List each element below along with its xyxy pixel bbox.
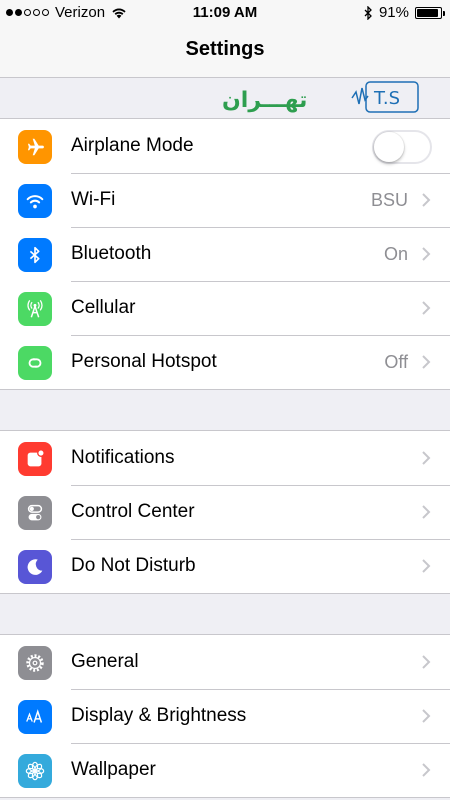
gear-icon [18,646,52,680]
chevron-right-icon [422,247,431,261]
row-label: Wallpaper [71,759,156,780]
chevron-right-icon [422,559,431,573]
row-label: Cellular [71,297,136,318]
row-value: On [383,244,408,264]
cellular-icon [18,292,52,326]
wifi-icon [18,184,52,218]
row-label: Display & Brightness [71,705,247,726]
settings-row-wifi[interactable]: Wi-Fi BSU [0,173,450,227]
row-value: Off [384,352,408,372]
settings-row-display-brightness[interactable]: Display & Brightness [0,689,450,743]
chevron-right-icon [422,355,431,369]
battery-percent: 91% [378,4,409,21]
settings-row-notifications[interactable]: Notifications [0,431,450,485]
chevron-right-icon [422,193,431,207]
settings-group-general: General Display & Brightness Wallpaper [0,634,450,798]
navigation-bar: Settings [0,26,450,78]
row-label: Airplane Mode [71,135,194,156]
status-bar: Verizon 11:09 AM 91% [0,0,450,26]
settings-row-general[interactable]: General [0,635,450,689]
settings-row-do-not-disturb[interactable]: Do Not Disturb [0,539,450,593]
airplane-icon [18,130,52,164]
control-center-icon [18,496,52,530]
settings-row-cellular[interactable]: Cellular [0,281,450,335]
chevron-right-icon [422,505,431,519]
settings-row-wallpaper[interactable]: Wallpaper [0,743,450,797]
chevron-right-icon [422,763,431,777]
row-label: Do Not Disturb [71,555,196,576]
text-size-icon [18,700,52,734]
moon-icon [18,550,52,584]
status-right: 91% [364,4,445,21]
chevron-right-icon [422,709,431,723]
row-label: Bluetooth [71,243,152,264]
settings-row-control-center[interactable]: Control Center [0,485,450,539]
chevron-right-icon [422,655,431,669]
toggle-knob [374,132,404,162]
svg-text:T.S: T.S [373,88,400,109]
settings-row-airplane-mode[interactable]: Airplane Mode [0,119,450,173]
flower-icon [18,754,52,788]
watermark-logo: تهـــران T.S [222,81,419,113]
settings-group-notifications: Notifications Control Center Do Not Dist… [0,430,450,594]
notifications-icon [18,442,52,476]
row-label: Notifications [71,447,175,468]
airplane-mode-toggle[interactable] [372,130,432,164]
row-label: Wi-Fi [71,189,116,210]
settings-group-connectivity: Airplane Mode Wi-Fi BSU Bluetooth On Cel… [0,118,450,390]
svg-text:تهـــران: تهـــران [222,88,307,113]
row-label: Control Center [71,501,195,522]
chevron-right-icon [422,301,431,315]
settings-row-personal-hotspot[interactable]: Personal Hotspot Off [0,335,450,389]
page-title: Settings [185,38,265,60]
bluetooth-status-icon [364,5,372,20]
battery-icon [415,6,445,19]
row-value: BSU [370,190,408,210]
row-label: General [71,651,139,672]
hotspot-icon [18,346,52,380]
bluetooth-icon [18,238,52,272]
chevron-right-icon [422,451,431,465]
row-label: Personal Hotspot [71,351,217,372]
settings-row-bluetooth[interactable]: Bluetooth On [0,227,450,281]
